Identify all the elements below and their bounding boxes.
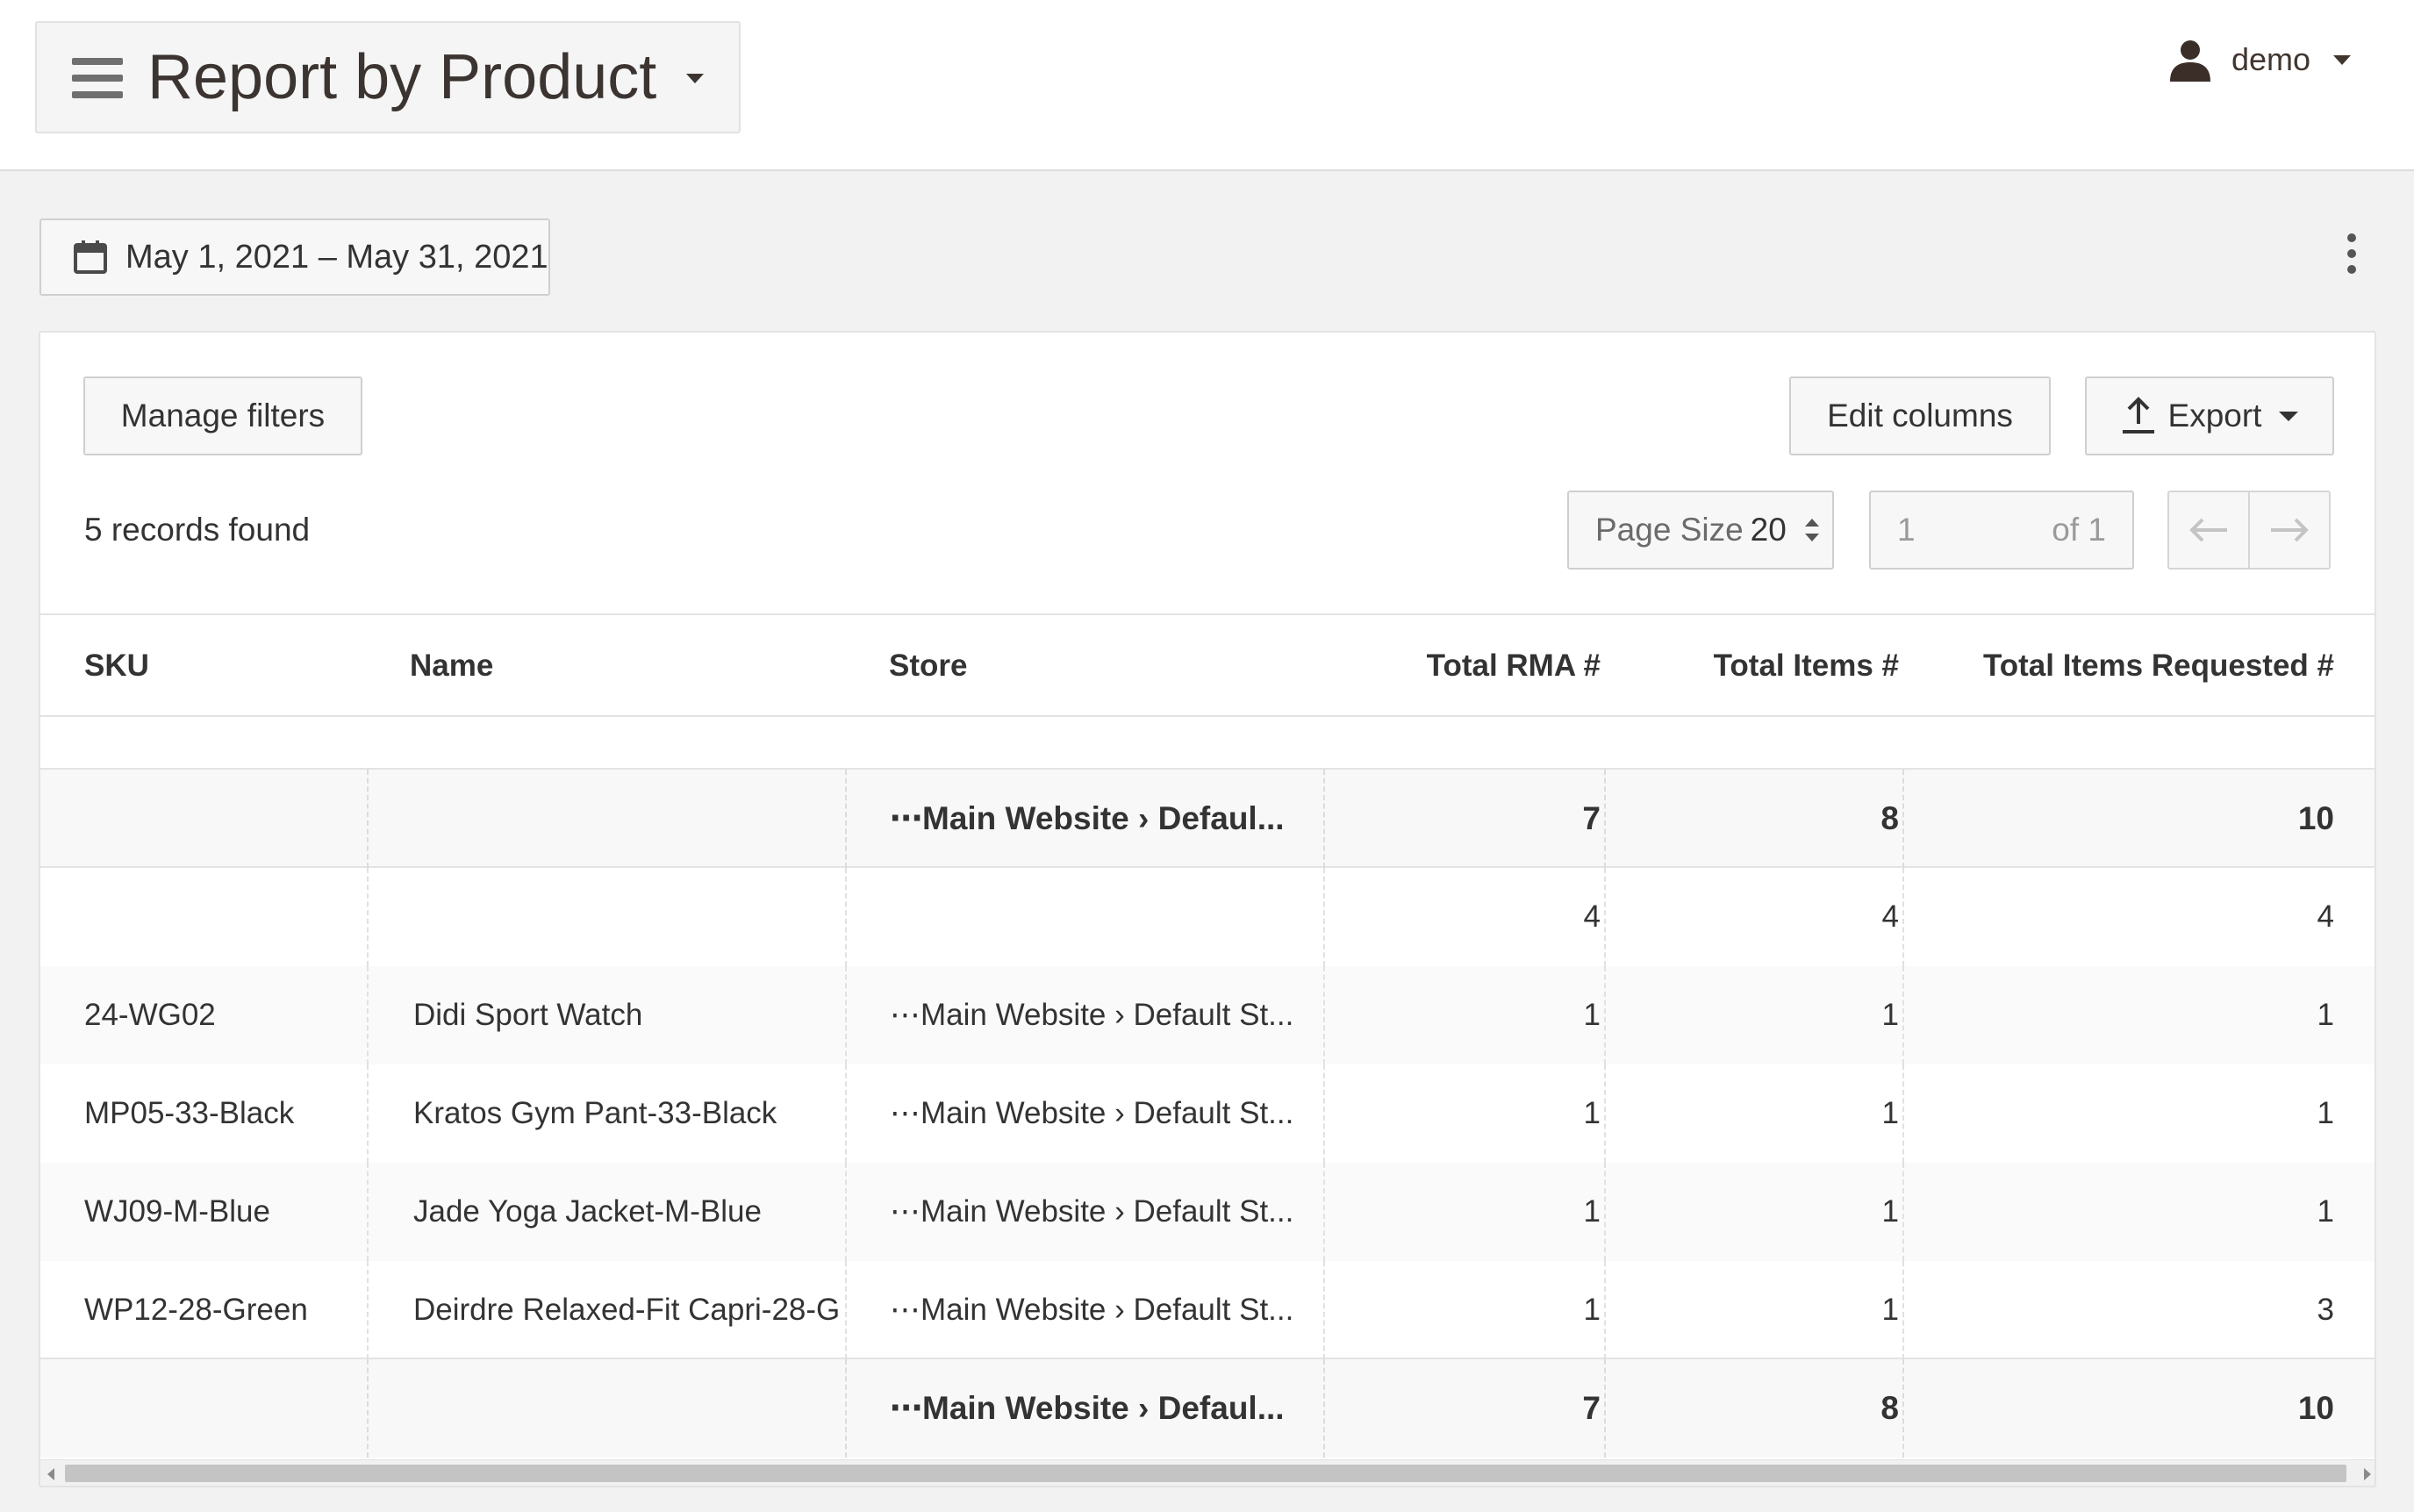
- arrow-left-icon: [2189, 518, 2227, 542]
- totals-requested: 10: [2297, 1390, 2334, 1426]
- page-size-value: 20: [1750, 512, 1787, 548]
- cell-requested: 4: [2317, 899, 2334, 934]
- cell-rma: 4: [1583, 899, 1601, 934]
- chevron-down-icon: [2279, 411, 2299, 421]
- cell-rma: 1: [1583, 1293, 1601, 1327]
- calendar-icon: [74, 240, 107, 274]
- cell-requested: 3: [2317, 1293, 2334, 1327]
- cell-requested: 1: [2317, 1194, 2334, 1229]
- totals-requested: 10: [2297, 800, 2334, 836]
- export-label: Export: [2167, 398, 2262, 434]
- cell-rma: 1: [1583, 1096, 1601, 1130]
- cell-items: 1: [1881, 998, 1899, 1032]
- cell-name: Kratos Gym Pant-33-Black: [413, 1096, 777, 1130]
- cell-sku: WJ09-M-Blue: [84, 1194, 270, 1229]
- cell-items: 1: [1881, 1194, 1899, 1229]
- table-header: SKU Name Store Total RMA # Total Items #…: [40, 613, 2375, 717]
- page-number-field[interactable]: of 1: [1869, 491, 2134, 570]
- records-count: 5 records found: [84, 512, 311, 548]
- page-size-select[interactable]: Page Size 20: [1567, 491, 1834, 570]
- page-size-label: Page Size: [1595, 512, 1744, 548]
- table-row[interactable]: WP12-28-Green Deirdre Relaxed-Fit Capri-…: [40, 1261, 2375, 1359]
- totals-rma: 7: [1582, 800, 1601, 836]
- table-row[interactable]: 4 4 4: [40, 868, 2375, 966]
- scroll-left-icon[interactable]: [47, 1468, 54, 1480]
- user-menu[interactable]: demo: [2168, 35, 2351, 84]
- cell-sku: MP05-33-Black: [84, 1096, 295, 1130]
- cell-items: 4: [1881, 899, 1899, 934]
- cell-items: 1: [1881, 1096, 1899, 1130]
- cell-name: [413, 868, 843, 966]
- table-row[interactable]: MP05-33-Black Kratos Gym Pant-33-Black ⋯…: [40, 1064, 2375, 1163]
- user-icon: [2169, 40, 2210, 82]
- column-header-store[interactable]: Store: [889, 615, 1336, 717]
- cell-sku: 24-WG02: [84, 998, 216, 1032]
- totals-row-top: ⋯Main Website › Defaul... 7 8 10: [40, 770, 2375, 868]
- user-name: demo: [2231, 41, 2310, 77]
- manage-filters-button[interactable]: Manage filters: [83, 376, 362, 455]
- cell-store: ⋯Main Website › Default St...: [890, 998, 1294, 1032]
- cell-rma: 1: [1583, 998, 1601, 1032]
- upload-icon: [2122, 397, 2154, 434]
- table-row[interactable]: WJ09-M-Blue Jade Yoga Jacket-M-Blue ⋯Mai…: [40, 1163, 2375, 1261]
- column-header-name[interactable]: Name: [410, 615, 840, 717]
- scrollbar-thumb[interactable]: [65, 1465, 2346, 1482]
- cell-sku: [84, 868, 391, 966]
- totals-rma: 7: [1582, 1390, 1601, 1426]
- sort-spinner-icon: [1804, 519, 1819, 541]
- cell-store: ⋯Main Website › Default St...: [890, 1096, 1294, 1130]
- hamburger-menu-icon[interactable]: [72, 58, 123, 98]
- date-range-picker[interactable]: May 1, 2021 – May 31, 2021: [39, 219, 550, 296]
- totals-row-bottom: ⋯Main Website › Defaul... 7 8 10: [40, 1359, 2375, 1458]
- arrow-right-icon: [2271, 518, 2309, 542]
- report-table: SKU Name Store Total RMA # Total Items #…: [40, 613, 2375, 1458]
- cell-rma: 1: [1583, 1194, 1601, 1229]
- cell-name: Deirdre Relaxed-Fit Capri-28-Green: [413, 1293, 841, 1327]
- page-number-input[interactable]: [1897, 510, 2002, 550]
- totals-store: ⋯Main Website › Defaul...: [890, 1390, 1285, 1426]
- cell-name: Didi Sport Watch: [413, 998, 643, 1032]
- next-page-button[interactable]: [2248, 491, 2331, 570]
- chevron-down-icon[interactable]: [686, 74, 704, 83]
- cell-name: Jade Yoga Jacket-M-Blue: [413, 1194, 762, 1229]
- column-header-total-items-requested[interactable]: Total Items Requested #: [1945, 615, 2334, 717]
- column-header-total-rma[interactable]: Total RMA #: [1365, 615, 1601, 717]
- report-title-switcher[interactable]: Report by Product: [35, 21, 741, 133]
- column-header-total-items[interactable]: Total Items #: [1646, 615, 1899, 717]
- totals-store: ⋯Main Website › Defaul...: [890, 800, 1285, 836]
- page-title: Report by Product: [147, 42, 657, 112]
- scroll-right-icon[interactable]: [2364, 1468, 2371, 1480]
- cell-store: [892, 868, 1339, 966]
- horizontal-scrollbar[interactable]: [40, 1459, 2375, 1486]
- report-grid: Manage filters Edit columns Export 5 rec…: [39, 331, 2376, 1487]
- table-row[interactable]: 24-WG02 Didi Sport Watch ⋯Main Website ›…: [40, 966, 2375, 1064]
- cell-sku: WP12-28-Green: [84, 1293, 308, 1327]
- export-button[interactable]: Export: [2085, 376, 2334, 455]
- cell-requested: 1: [2317, 1096, 2334, 1130]
- cell-requested: 1: [2317, 998, 2334, 1032]
- totals-items: 8: [1880, 1390, 1899, 1426]
- page-total: of 1: [2052, 512, 2106, 548]
- totals-items: 8: [1880, 800, 1899, 836]
- date-range-label: May 1, 2021 – May 31, 2021: [125, 238, 548, 276]
- more-vertical-icon[interactable]: [2341, 233, 2362, 274]
- cell-items: 1: [1881, 1293, 1899, 1327]
- cell-store: ⋯Main Website › Default St...: [890, 1194, 1294, 1229]
- previous-page-button[interactable]: [2167, 491, 2250, 570]
- chevron-down-icon: [2333, 54, 2351, 65]
- edit-columns-button[interactable]: Edit columns: [1789, 376, 2051, 455]
- table-spacer-row: [40, 717, 2375, 770]
- column-header-sku[interactable]: SKU: [84, 615, 391, 717]
- top-bar: Report by Product demo: [0, 0, 2414, 171]
- cell-store: ⋯Main Website › Default St...: [890, 1293, 1294, 1327]
